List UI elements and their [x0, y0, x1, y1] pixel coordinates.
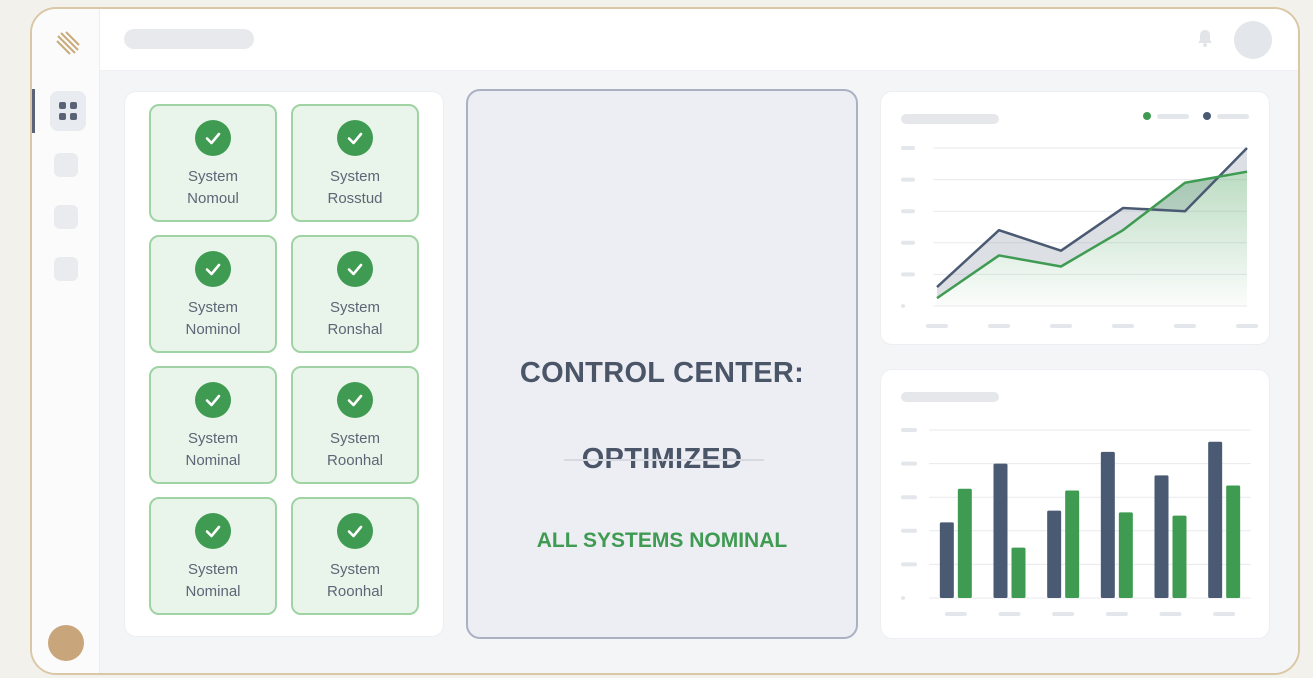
status-tile-label: System Nomoul	[187, 168, 239, 207]
y-tick-label	[901, 177, 915, 182]
x-tick-label	[1236, 324, 1258, 328]
status-tile-label: System Ronshal	[327, 299, 383, 338]
sidebar-item-3[interactable]	[54, 205, 78, 229]
divider	[564, 459, 764, 461]
bar-series-0	[939, 522, 954, 598]
status-tile-label: System Roonhal	[327, 430, 383, 469]
bar-series-0	[1208, 441, 1223, 598]
y-tick-label	[901, 428, 917, 432]
bar-chart	[901, 428, 1251, 616]
bar-series-1	[1065, 490, 1080, 598]
status-tile[interactable]: System Nominal	[149, 497, 277, 615]
bar-series-0	[993, 463, 1008, 598]
x-tick-label	[1112, 324, 1134, 328]
grid-icon	[59, 102, 77, 120]
x-tick-label	[998, 612, 1021, 616]
status-tile-label: System Nominol	[185, 299, 241, 338]
sidebar	[32, 9, 100, 673]
y-tick-label	[901, 304, 905, 308]
line-chart	[901, 146, 1258, 328]
status-tile[interactable]: System Nomoul	[149, 104, 277, 222]
x-tick-label	[926, 324, 948, 328]
bar-series-1	[1118, 512, 1133, 598]
y-tick-label	[901, 495, 917, 500]
bar-series-1	[1226, 485, 1241, 598]
y-tick-label	[901, 596, 905, 600]
check-circle-icon	[195, 120, 231, 156]
x-tick-label	[988, 324, 1010, 328]
y-tick-label	[901, 146, 915, 150]
x-tick-label	[1213, 612, 1236, 616]
bar-series-1	[957, 488, 972, 598]
system-status-panel: System Nomoul System Rosstud System Nominol	[124, 91, 444, 637]
status-tile[interactable]: System Roonhal	[291, 497, 419, 615]
y-tick-label	[901, 562, 917, 567]
status-tile[interactable]: System Nominol	[149, 235, 277, 353]
y-tick-label	[901, 272, 915, 277]
y-tick-label	[901, 240, 915, 245]
status-tile[interactable]: System Nominal	[149, 366, 277, 484]
user-avatar[interactable]	[1234, 21, 1272, 59]
status-tile[interactable]: System Rosstud	[291, 104, 419, 222]
check-circle-icon	[195, 513, 231, 549]
x-tick-label	[1050, 324, 1072, 328]
status-tile[interactable]: System Roonhal	[291, 366, 419, 484]
control-center-card: CONTROL CENTER: OPTIMIZED ALL SYSTEMS NO…	[466, 89, 858, 639]
status-tile-label: System Nominal	[185, 430, 241, 469]
bar-series-1	[1172, 515, 1187, 598]
x-tick-label	[944, 612, 967, 616]
check-circle-icon	[195, 251, 231, 287]
check-circle-icon	[337, 513, 373, 549]
y-tick-label	[901, 209, 915, 214]
x-tick-label	[1174, 324, 1196, 328]
bar-chart-card	[880, 369, 1270, 639]
bar-series-0	[1100, 451, 1115, 598]
sidebar-item-dashboard[interactable]	[50, 91, 86, 131]
status-tile-label: System Roonhal	[327, 561, 383, 600]
app-window: System Nomoul System Rosstud System Nominol	[30, 7, 1300, 675]
x-tick-label	[1052, 612, 1075, 616]
main-content: System Nomoul System Rosstud System Nominol	[100, 71, 1298, 673]
status-tile-label: System Nominal	[185, 561, 241, 600]
x-tick-label	[1159, 612, 1182, 616]
active-nav-indicator	[32, 89, 35, 133]
check-circle-icon	[337, 120, 373, 156]
status-tile[interactable]: System Ronshal	[291, 235, 419, 353]
profile-avatar[interactable]	[48, 625, 84, 661]
bar-series-1	[1011, 547, 1026, 598]
striped-logo-icon[interactable]	[52, 29, 82, 59]
bar-series-0	[1047, 510, 1062, 598]
status-tile-label: System Rosstud	[327, 168, 383, 207]
sidebar-item-4[interactable]	[54, 257, 78, 281]
y-tick-label	[901, 528, 917, 533]
x-tick-label	[1105, 612, 1128, 616]
bar-series-0	[1154, 475, 1169, 598]
check-circle-icon	[195, 382, 231, 418]
sidebar-item-2[interactable]	[54, 153, 78, 177]
check-circle-icon	[337, 251, 373, 287]
line-chart-card	[880, 91, 1270, 345]
search-input[interactable]	[124, 29, 254, 49]
top-bar	[100, 9, 1298, 71]
systems-status-text: ALL SYSTEMS NOMINAL	[536, 529, 788, 552]
bell-icon[interactable]	[1194, 27, 1216, 49]
control-center-title: CONTROL CENTER: OPTIMIZED	[519, 357, 805, 475]
y-tick-label	[901, 461, 917, 466]
check-circle-icon	[337, 382, 373, 418]
